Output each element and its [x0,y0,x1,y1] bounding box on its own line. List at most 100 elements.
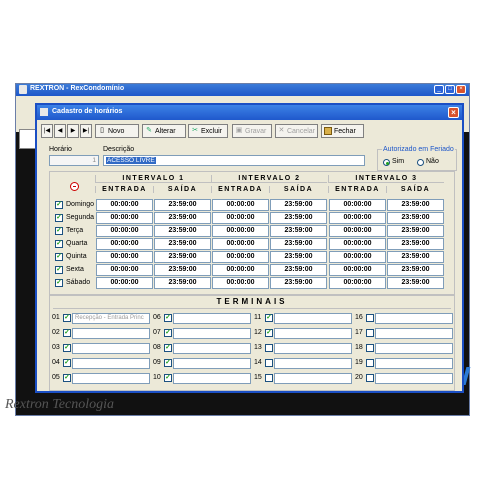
terminal-name-field[interactable] [173,328,251,339]
time-field[interactable]: 23:59:00 [387,238,444,250]
terminal-name-field[interactable] [173,373,251,384]
time-field[interactable]: 00:00:00 [212,264,269,276]
day-checkbox-5[interactable]: ✓ [55,266,63,274]
feriado-nao-radio[interactable] [417,159,424,166]
terminal-checkbox[interactable]: ✓ [265,314,273,322]
time-field[interactable]: 00:00:00 [212,251,269,263]
alterar-button[interactable]: ✎ Alterar [142,124,186,138]
terminal-name-field[interactable] [173,358,251,369]
time-field[interactable]: 00:00:00 [329,238,386,250]
time-field[interactable]: 23:59:00 [154,277,211,289]
next-record-button[interactable]: ▶ [67,124,79,138]
terminal-name-field[interactable] [274,358,352,369]
terminal-checkbox[interactable]: ✓ [63,359,71,367]
fechar-button[interactable]: Fechar [321,124,364,138]
terminal-checkbox[interactable]: ✓ [265,329,273,337]
terminal-name-field[interactable] [72,373,150,384]
terminal-checkbox[interactable] [265,344,273,352]
time-field[interactable]: 00:00:00 [212,212,269,224]
time-field[interactable]: 23:59:00 [154,264,211,276]
day-checkbox-2[interactable]: ✓ [55,227,63,235]
terminal-name-field[interactable] [72,343,150,354]
time-field[interactable]: 23:59:00 [387,212,444,224]
time-field[interactable]: 23:59:00 [387,277,444,289]
feriado-sim-radio[interactable] [383,159,390,166]
time-field[interactable]: 00:00:00 [96,264,153,276]
terminal-name-field[interactable] [72,358,150,369]
time-field[interactable]: 00:00:00 [329,199,386,211]
terminal-checkbox[interactable]: ✓ [164,359,172,367]
terminal-name-field[interactable] [375,373,453,384]
day-checkbox-4[interactable]: ✓ [55,253,63,261]
time-field[interactable]: 23:59:00 [154,238,211,250]
time-field[interactable]: 00:00:00 [96,212,153,224]
time-field[interactable]: 00:00:00 [329,264,386,276]
terminal-name-field[interactable] [274,328,352,339]
terminal-checkbox[interactable]: ✓ [164,344,172,352]
terminal-name-field[interactable] [173,313,251,324]
time-field[interactable]: 00:00:00 [212,225,269,237]
first-record-button[interactable]: |◀ [41,124,53,138]
time-field[interactable]: 23:59:00 [270,225,327,237]
time-field[interactable]: 23:59:00 [154,251,211,263]
time-field[interactable]: 00:00:00 [212,277,269,289]
time-field[interactable]: 23:59:00 [387,199,444,211]
time-field[interactable]: 23:59:00 [387,225,444,237]
time-field[interactable]: 23:59:00 [387,251,444,263]
terminal-checkbox[interactable] [265,374,273,382]
terminal-name-field[interactable] [274,343,352,354]
terminal-checkbox[interactable] [366,314,374,322]
terminal-checkbox[interactable] [366,359,374,367]
novo-button[interactable]: ▯ Novo [95,124,139,138]
time-field[interactable]: 23:59:00 [270,277,327,289]
terminal-checkbox[interactable] [366,344,374,352]
terminal-name-field[interactable] [274,373,352,384]
time-field[interactable]: 23:59:00 [270,199,327,211]
time-field[interactable]: 00:00:00 [329,225,386,237]
time-field[interactable]: 23:59:00 [270,212,327,224]
time-field[interactable]: 00:00:00 [96,199,153,211]
time-field[interactable]: 00:00:00 [96,225,153,237]
terminal-name-field[interactable] [375,358,453,369]
time-field[interactable]: 00:00:00 [212,199,269,211]
last-record-button[interactable]: ▶| [80,124,92,138]
time-field[interactable]: 23:59:00 [270,264,327,276]
terminal-name-field[interactable] [375,313,453,324]
day-checkbox-6[interactable]: ✓ [55,279,63,287]
terminal-checkbox[interactable]: ✓ [63,329,71,337]
time-field[interactable]: 23:59:00 [154,225,211,237]
select-all-icon[interactable] [70,182,79,191]
time-field[interactable]: 23:59:00 [154,212,211,224]
minimize-button[interactable]: _ [434,85,444,94]
terminal-checkbox[interactable]: ✓ [164,329,172,337]
gravar-button[interactable]: ▣ Gravar [232,124,272,138]
time-field[interactable]: 23:59:00 [154,199,211,211]
day-checkbox-1[interactable]: ✓ [55,214,63,222]
terminal-checkbox[interactable]: ✓ [63,374,71,382]
dialog-close-icon[interactable]: × [448,107,459,118]
time-field[interactable]: 23:59:00 [270,251,327,263]
time-field[interactable]: 23:59:00 [387,264,444,276]
time-field[interactable]: 00:00:00 [212,238,269,250]
cancelar-button[interactable]: ✕ Cancelar [275,124,318,138]
terminal-checkbox[interactable]: ✓ [63,314,71,322]
horario-field[interactable]: 1 [49,155,99,166]
terminal-checkbox[interactable] [366,374,374,382]
terminal-checkbox[interactable] [265,359,273,367]
terminal-checkbox[interactable] [366,329,374,337]
close-icon[interactable]: × [456,85,466,94]
terminal-name-field[interactable] [375,343,453,354]
time-field[interactable]: 00:00:00 [96,277,153,289]
time-field[interactable]: 00:00:00 [96,238,153,250]
time-field[interactable]: 00:00:00 [329,277,386,289]
terminal-name-field[interactable] [72,328,150,339]
day-checkbox-3[interactable]: ✓ [55,240,63,248]
terminal-name-field[interactable] [274,313,352,324]
prev-record-button[interactable]: ◀ [54,124,66,138]
time-field[interactable]: 00:00:00 [329,212,386,224]
terminal-checkbox[interactable]: ✓ [63,344,71,352]
day-checkbox-0[interactable]: ✓ [55,201,63,209]
time-field[interactable]: 00:00:00 [329,251,386,263]
terminal-name-field[interactable] [173,343,251,354]
excluir-button[interactable]: ✂ Excluir [188,124,228,138]
